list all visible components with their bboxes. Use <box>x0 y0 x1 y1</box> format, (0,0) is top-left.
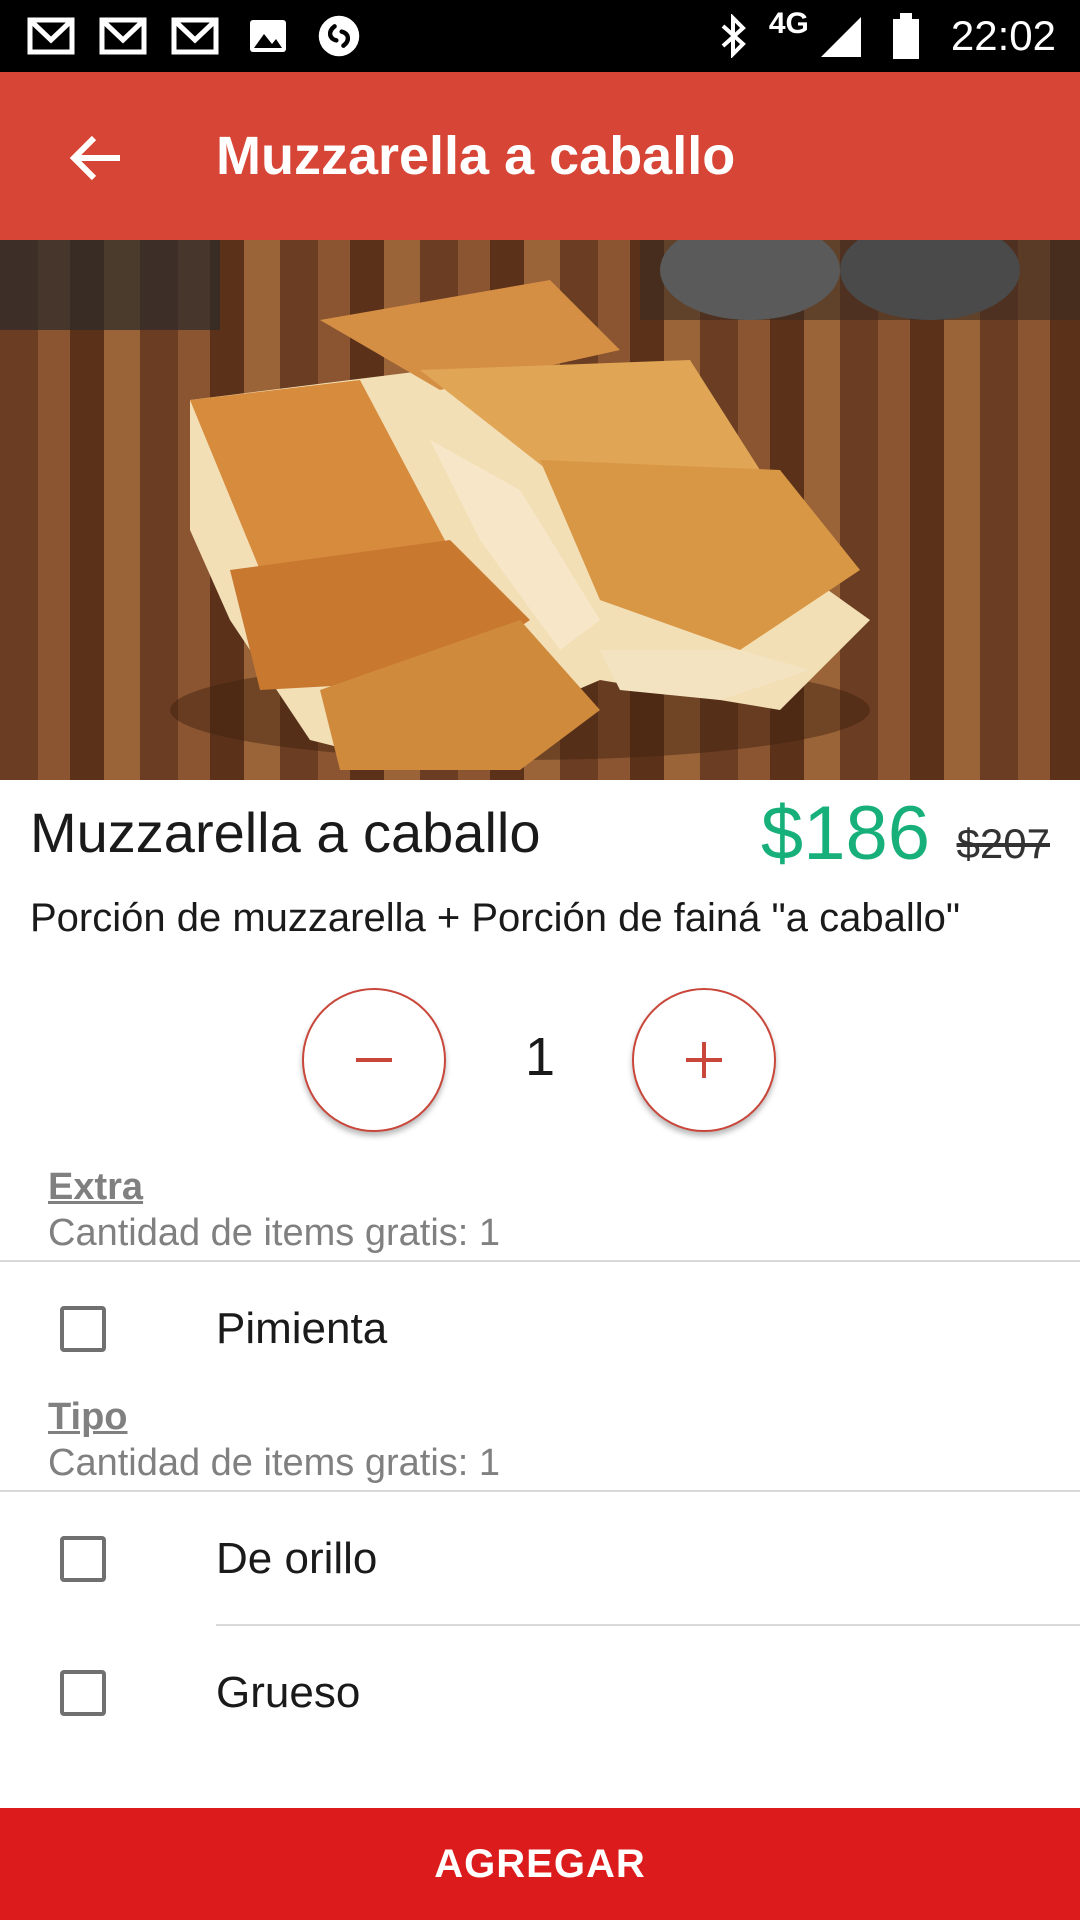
bluetooth-icon <box>721 14 746 58</box>
food-illustration <box>0 240 1080 770</box>
checkbox[interactable] <box>60 1670 106 1716</box>
back-button[interactable] <box>60 122 132 194</box>
network-type: 4G <box>768 7 809 40</box>
increase-quantity-button[interactable] <box>632 988 776 1132</box>
plus-icon <box>686 1042 722 1078</box>
quantity-value: 1 <box>524 1027 556 1087</box>
notification-icons <box>26 12 364 60</box>
product-description: Porción de muzzarella + Porción de fainá… <box>30 896 961 940</box>
option-row-grueso[interactable]: Grueso <box>0 1628 1080 1758</box>
app-bar: Muzzarella a caballo <box>0 72 1080 240</box>
checkbox[interactable] <box>60 1536 106 1582</box>
option-label: De orillo <box>216 1534 378 1583</box>
image-icon <box>250 20 286 52</box>
divider <box>216 1624 1080 1626</box>
group-title-tipo: Tipo <box>48 1396 128 1438</box>
page-title: Muzzarella a caballo <box>216 126 736 186</box>
group-subtitle-extra: Cantidad de items gratis: 1 <box>48 1212 501 1254</box>
option-row-de-orillo[interactable]: De orillo <box>0 1494 1080 1624</box>
gmail-icon <box>99 17 147 55</box>
minus-icon <box>356 1058 392 1062</box>
status-bar: 4G 22:02 <box>0 0 1080 72</box>
option-label: Grueso <box>216 1668 361 1717</box>
shazam-icon <box>318 15 360 57</box>
product-old-price: $207 <box>956 820 1050 867</box>
group-title-extra: Extra <box>48 1166 144 1208</box>
option-row-pimienta[interactable]: Pimienta <box>0 1264 1080 1394</box>
group-subtitle-tipo: Cantidad de items gratis: 1 <box>48 1442 501 1484</box>
decrease-quantity-button[interactable] <box>302 988 446 1132</box>
divider <box>0 1490 1080 1492</box>
product-name: Muzzarella a caballo <box>30 801 541 864</box>
signal-icon <box>820 17 861 57</box>
gmail-icon <box>171 17 219 55</box>
clock: 22:02 <box>950 12 1056 59</box>
system-status: 4G 22:02 <box>717 0 1056 72</box>
gmail-icon <box>27 17 75 55</box>
arrow-back-icon <box>69 135 120 181</box>
option-label: Pimienta <box>216 1304 388 1353</box>
battery-icon <box>892 13 919 59</box>
add-to-cart-button[interactable]: AGREGAR <box>0 1808 1080 1920</box>
checkbox[interactable] <box>60 1306 106 1352</box>
product-price: $186 <box>760 791 930 876</box>
divider <box>0 1260 1080 1262</box>
product-image <box>0 240 1080 780</box>
